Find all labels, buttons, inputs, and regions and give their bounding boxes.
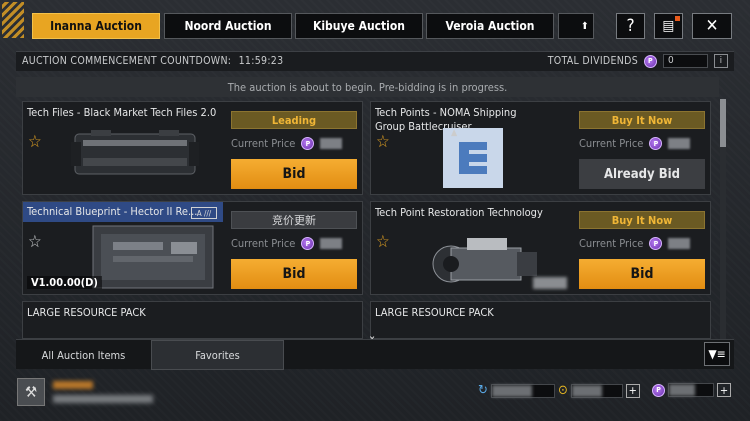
resource-bar [570, 383, 623, 398]
price-row: Current Price P [231, 137, 343, 150]
countdown-time: 11:59:23 [238, 55, 284, 67]
countdown-bar: AUCTION COMMENCEMENT COUNTDOWN: 11:59:23… [16, 51, 734, 71]
resource-premium: P + [652, 383, 731, 397]
tab-favorites[interactable]: Favorites [151, 340, 284, 370]
coin-icon: P [301, 137, 315, 150]
price-label: Current Price [231, 137, 296, 150]
scrollbar[interactable] [720, 99, 726, 339]
blurred-label [533, 277, 567, 289]
coin-icon: P [649, 137, 663, 150]
refresh-icon: ↻ [478, 383, 488, 398]
info-button[interactable]: i [714, 54, 728, 68]
close-icon: ✕ [705, 16, 719, 36]
price-value-blurred [320, 238, 343, 249]
star-icon[interactable]: ☆ [376, 232, 390, 252]
tab-noord-auction[interactable]: Noord Auction [164, 13, 292, 39]
price-label: Current Price [231, 237, 296, 250]
auction-card-tech-files[interactable]: Tech Files - Black Market Tech Files 2.0… [22, 101, 363, 195]
scroll-thumb[interactable] [720, 99, 726, 147]
star-icon[interactable]: ☆ [376, 132, 390, 152]
close-button[interactable]: ✕ [692, 13, 732, 39]
rank-icon: ▲ [451, 128, 458, 138]
coin-icon: P [652, 383, 665, 397]
resource-credits: ↻ [478, 383, 555, 398]
add-premium-button[interactable]: + [717, 383, 731, 397]
filter-button[interactable]: ▼≡ [704, 342, 730, 366]
avatar[interactable]: ⚒ [17, 378, 45, 406]
countdown-text: AUCTION COMMENCEMENT COUNTDOWN: 11:59:23 [22, 55, 283, 67]
token-icon: ⊙ [558, 383, 568, 398]
price-row: Current Price P [231, 237, 343, 250]
status-bid-updated: 竞价更新 [231, 211, 357, 229]
bid-button[interactable]: Bid [231, 259, 357, 289]
bottom-tabs: All Auction Items Favorites [16, 339, 734, 370]
help-button[interactable]: ? [616, 13, 645, 39]
countdown-label: AUCTION COMMENCEMENT COUNTDOWN: [22, 55, 232, 67]
resource-gold: ⊙ + [558, 383, 640, 398]
card-title: Tech Point Restoration Technology [375, 206, 543, 219]
add-gold-button[interactable]: + [625, 383, 640, 398]
corner-stripes [2, 2, 24, 38]
resource-bar [490, 383, 555, 398]
help-icon: ? [626, 16, 635, 36]
version-label: V1.00.00(D) [27, 276, 102, 289]
status-buy-now[interactable]: Buy It Now [579, 111, 705, 129]
coin-icon: P [644, 54, 657, 68]
player-name-blurred [53, 381, 93, 389]
tab-kibuye-auction[interactable]: Kibuye Auction [295, 13, 423, 39]
resource-bar [668, 383, 714, 397]
notification-dot [675, 16, 680, 21]
tab-inanna-auction[interactable]: Inanna Auction [32, 13, 160, 39]
price-row: Current Price P [579, 237, 691, 250]
card-title: LARGE RESOURCE PACK [27, 306, 146, 319]
status-leading: Leading [231, 111, 357, 129]
price-value-blurred [320, 138, 343, 149]
auction-card-restoration[interactable]: Tech Point Restoration Technology ☆ Buy … [370, 201, 711, 295]
status-buy-now[interactable]: Buy It Now [579, 211, 705, 229]
auction-card-tech-points[interactable]: Tech Points - NOMA Shipping Group Battle… [370, 101, 711, 195]
coin-icon: P [301, 237, 315, 250]
scroll-arrow-icon: ⬆ [581, 20, 589, 32]
player-info-blurred [53, 395, 153, 403]
rarity-tag: A /// [191, 207, 217, 219]
tab-more-partial[interactable]: ⬆ [558, 13, 594, 39]
coin-icon: P [649, 237, 663, 250]
dividends-label: TOTAL DIVIDENDS [547, 55, 638, 67]
card-title: LARGE RESOURCE PACK [375, 306, 494, 319]
tab-veroia-auction[interactable]: Veroia Auction [426, 13, 554, 39]
star-icon[interactable]: ☆ [28, 132, 42, 152]
top-bar: Inanna Auction Noord Auction Kibuye Auct… [0, 0, 750, 48]
notes-button[interactable]: ▤ [654, 13, 683, 39]
filter-icon: ▼≡ [708, 347, 726, 361]
card-title: Tech Files - Black Market Tech Files 2.0 [27, 106, 217, 119]
auction-card-blueprint[interactable]: Technical Blueprint - Hector II Re... A … [22, 201, 363, 295]
item-image-case [71, 130, 199, 175]
price-value-blurred [668, 138, 691, 149]
dividends-value: 0 [663, 54, 708, 68]
auction-card-resource-pack-2[interactable]: LARGE RESOURCE PACK [370, 301, 711, 339]
already-bid-button: Already Bid [579, 159, 705, 189]
star-icon[interactable]: ☆ [28, 232, 42, 252]
dividends-panel: TOTAL DIVIDENDS P 0 i [548, 54, 728, 68]
bid-button[interactable]: Bid [579, 259, 705, 289]
tab-all-auction-items[interactable]: All Auction Items [16, 340, 151, 370]
auction-card-resource-pack[interactable]: LARGE RESOURCE PACK [22, 301, 363, 339]
notes-icon: ▤ [662, 18, 675, 34]
auction-notice: The auction is about to begin. Pre-biddi… [16, 77, 719, 97]
gavel-icon: ⚒ [24, 383, 38, 401]
price-label: Current Price [579, 137, 644, 150]
bid-button[interactable]: Bid [231, 159, 357, 189]
price-row: Current Price P [579, 137, 691, 150]
price-label: Current Price [579, 237, 644, 250]
price-value-blurred [668, 238, 691, 249]
